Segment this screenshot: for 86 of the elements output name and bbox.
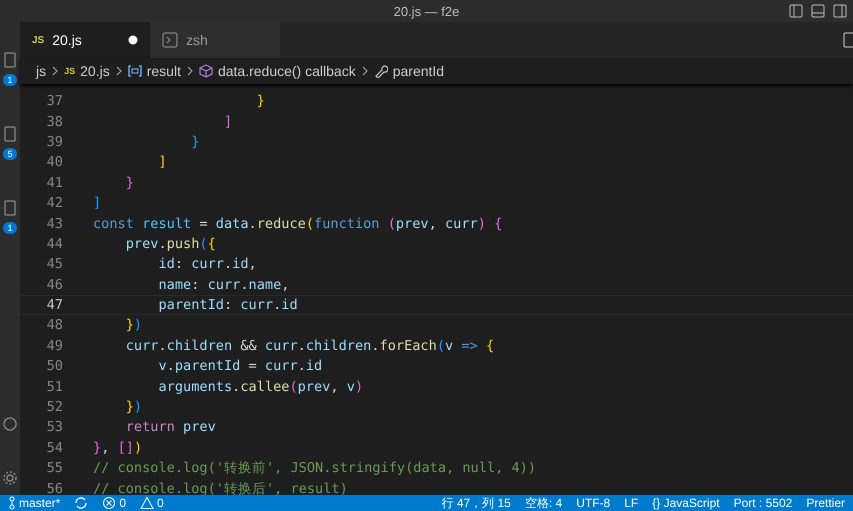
terminal-icon <box>162 32 178 48</box>
variable-icon <box>128 65 142 77</box>
line-number: 47 <box>46 297 64 314</box>
code-line: id: curr.id, <box>157 256 257 272</box>
status-item[interactable]: master* <box>8 496 60 510</box>
line-number: 38 <box>46 114 64 130</box>
line-number: 41 <box>46 174 64 191</box>
line-number: 54 <box>46 440 64 456</box>
split-layout-icon <box>833 4 847 18</box>
status-item[interactable]: 0 <box>102 496 126 510</box>
code-line: }) <box>124 399 142 416</box>
status-item[interactable]: UTF-8 <box>576 496 610 510</box>
sidebar-layout-icon <box>789 4 803 18</box>
code-line: }, []) <box>93 440 142 456</box>
chevron-right-icon <box>186 66 194 76</box>
line-number: 37 <box>46 93 64 110</box>
editor-tab[interactable]: zsh <box>150 22 280 58</box>
unsaved-dot-icon <box>128 35 138 45</box>
code-line: arguments.callee(prev, v) <box>157 378 364 395</box>
code-line: parentId: curr.id <box>157 297 298 314</box>
code-line: ] <box>93 195 102 212</box>
code-line: ] <box>157 154 167 170</box>
code-line: // console.log('转换后', result) <box>93 480 348 498</box>
code-line: } <box>190 134 200 150</box>
line-number: 40 <box>46 154 64 170</box>
file-icon <box>4 200 16 216</box>
status-item[interactable]: Port : 5502 <box>734 496 792 510</box>
line-number: 39 <box>46 134 64 150</box>
line-number: 52 <box>46 399 64 416</box>
breadcrumb-item[interactable]: data.reduce() callback <box>218 63 356 79</box>
status-item[interactable] <box>74 496 88 510</box>
code-line: const result = data.reduce(function (prev, curr) { <box>93 216 502 232</box>
line-number: 55 <box>46 460 64 476</box>
status-item[interactable]: {} JavaScript <box>652 496 720 510</box>
file-icon <box>4 52 16 68</box>
line-number: 48 <box>46 317 64 334</box>
js-file-icon: JS <box>64 66 76 76</box>
account-icon <box>3 417 17 431</box>
panel-layout-icon <box>811 4 825 18</box>
breadcrumb-item[interactable]: 20.js <box>80 63 110 79</box>
count-badge: 5 <box>3 148 16 160</box>
breadcrumb-item[interactable]: result <box>146 63 181 79</box>
code-line: } <box>256 93 265 110</box>
line-number: 50 <box>46 358 64 374</box>
file-icon <box>4 126 16 142</box>
line-number: 51 <box>46 378 64 395</box>
status-item[interactable]: 空格: 4 <box>524 494 562 511</box>
code-line: name: curr.name, <box>157 276 290 293</box>
breadcrumb-item[interactable]: js <box>36 63 46 79</box>
count-badge: 1 <box>3 74 16 86</box>
error-icon <box>102 496 116 510</box>
chevron-right-icon <box>114 66 123 76</box>
editor-tab[interactable]: JS 20.js <box>20 22 150 58</box>
line-number: 43 <box>46 216 64 232</box>
code-line: v.parentId = curr.id <box>157 358 322 374</box>
line-number: 49 <box>46 338 64 354</box>
code-line: prev.push({ <box>124 236 216 252</box>
warning-icon <box>140 496 154 510</box>
line-number: 46 <box>46 276 64 293</box>
line-number: 44 <box>46 236 64 252</box>
code-line: ] <box>222 114 232 130</box>
code-line: return prev <box>124 419 216 436</box>
window-title: 20.js — f2e <box>394 4 460 18</box>
chevron-right-icon <box>360 66 369 76</box>
code-line: }) <box>124 317 142 334</box>
branch-icon <box>8 496 16 510</box>
status-item[interactable]: 0 <box>140 496 164 510</box>
status-item[interactable]: LF <box>624 496 638 510</box>
js-file-icon: JS <box>32 34 44 46</box>
status-item[interactable]: 行 47，列 15 <box>441 494 511 511</box>
chevron-right-icon <box>51 66 60 76</box>
line-number: 53 <box>46 419 64 436</box>
breadcrumb-item[interactable]: parentId <box>392 63 444 79</box>
code-line: } <box>124 174 134 191</box>
count-badge: 1 <box>3 222 16 234</box>
line-number: 45 <box>46 256 64 272</box>
code-line: curr.children && curr.children.forEach(v => { <box>124 338 494 354</box>
code-line: // console.log('转换前', JSON.stringify(data, null, 4)) <box>93 459 536 478</box>
sync-icon <box>74 496 88 510</box>
settings-icon <box>3 471 17 485</box>
wrench-icon <box>374 64 388 78</box>
split-editor-icon <box>843 32 853 48</box>
cube-icon <box>198 64 213 78</box>
line-number: 42 <box>46 195 64 212</box>
line-number: 56 <box>46 480 64 497</box>
status-item[interactable]: Prettier <box>806 496 845 510</box>
